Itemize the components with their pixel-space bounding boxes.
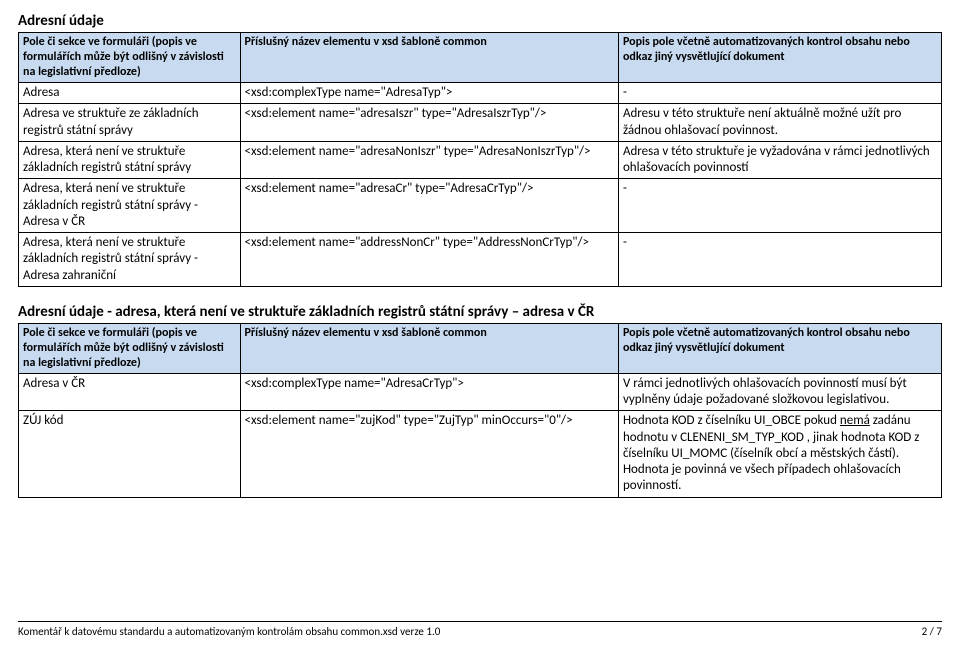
table-header-row: Pole či sekce ve formuláři (popis ve for… bbox=[19, 33, 942, 83]
table-row: Adresa v ČR <xsd:complexType name="Adres… bbox=[19, 373, 942, 411]
cell: Adresa ve struktuře ze základních regist… bbox=[19, 104, 241, 142]
col-header: Pole či sekce ve formuláři (popis ve for… bbox=[19, 33, 241, 83]
table-row: Adresa, která není ve struktuře základní… bbox=[19, 141, 942, 179]
cell: Adresa v ČR bbox=[19, 373, 241, 411]
footer: Komentář k datovému standardu a automati… bbox=[18, 621, 942, 638]
cell: V rámci jednotlivých ohlašovacích povinn… bbox=[618, 373, 941, 411]
section2-title: Adresní údaje - adresa, která není ve st… bbox=[18, 303, 942, 321]
underlined-text: nemá bbox=[840, 413, 870, 428]
cell: Adresa v této struktuře je vyžadována v … bbox=[618, 141, 941, 179]
col-header: Příslušný název elementu v xsd šabloně c… bbox=[240, 323, 618, 373]
cell: ZÚJ kód bbox=[19, 411, 241, 497]
cell: <xsd:complexType name="AdresaCrTyp"> bbox=[240, 373, 618, 411]
col-header: Popis pole včetně automatizovaných kontr… bbox=[618, 33, 941, 83]
cell: <xsd:complexType name="AdresaTyp"> bbox=[240, 83, 618, 104]
cell: Adresa, která není ve struktuře základní… bbox=[19, 233, 241, 287]
text: Hodnota KOD z číselníku UI_OBCE pokud bbox=[623, 413, 840, 428]
cell: <xsd:element name="adresaIszr" type="Adr… bbox=[240, 104, 618, 142]
cell: <xsd:element name="adresaNonIszr" type="… bbox=[240, 141, 618, 179]
cell: - bbox=[618, 83, 941, 104]
cell: <xsd:element name="adresaCr" type="Adres… bbox=[240, 179, 618, 233]
col-header: Příslušný název elementu v xsd šabloně c… bbox=[240, 33, 618, 83]
cell: Adresa bbox=[19, 83, 241, 104]
cell: - bbox=[618, 233, 941, 287]
table-row: Adresa ve struktuře ze základních regist… bbox=[19, 104, 942, 142]
section2-table: Pole či sekce ve formuláři (popis ve for… bbox=[18, 323, 942, 498]
table-row: Adresa <xsd:complexType name="AdresaTyp"… bbox=[19, 83, 942, 104]
cell: Adresa, která není ve struktuře základní… bbox=[19, 179, 241, 233]
table-row: ZÚJ kód <xsd:element name="zujKod" type=… bbox=[19, 411, 942, 497]
col-header: Popis pole včetně automatizovaných kontr… bbox=[618, 323, 941, 373]
cell: Hodnota KOD z číselníku UI_OBCE pokud ne… bbox=[618, 411, 941, 497]
table-header-row: Pole či sekce ve formuláři (popis ve for… bbox=[19, 323, 942, 373]
content: Adresní údaje Pole či sekce ve formuláři… bbox=[18, 10, 942, 595]
cell: - bbox=[618, 179, 941, 233]
footer-right: 2 / 7 bbox=[922, 625, 942, 638]
section1-title: Adresní údaje bbox=[18, 12, 942, 30]
cell: Adresu v této struktuře není aktuálně mo… bbox=[618, 104, 941, 142]
col-header: Pole či sekce ve formuláři (popis ve for… bbox=[19, 323, 241, 373]
cell: <xsd:element name="zujKod" type="ZujTyp"… bbox=[240, 411, 618, 497]
spacer bbox=[18, 287, 942, 301]
cell: <xsd:element name="addressNonCr" type="A… bbox=[240, 233, 618, 287]
cell: Adresa, která není ve struktuře základní… bbox=[19, 141, 241, 179]
table-row: Adresa, která není ve struktuře základní… bbox=[19, 233, 942, 287]
page: Adresní údaje Pole či sekce ve formuláři… bbox=[0, 0, 960, 646]
table-row: Adresa, která není ve struktuře základní… bbox=[19, 179, 942, 233]
section1-table: Pole či sekce ve formuláři (popis ve for… bbox=[18, 32, 942, 287]
footer-left: Komentář k datovému standardu a automati… bbox=[18, 625, 440, 638]
